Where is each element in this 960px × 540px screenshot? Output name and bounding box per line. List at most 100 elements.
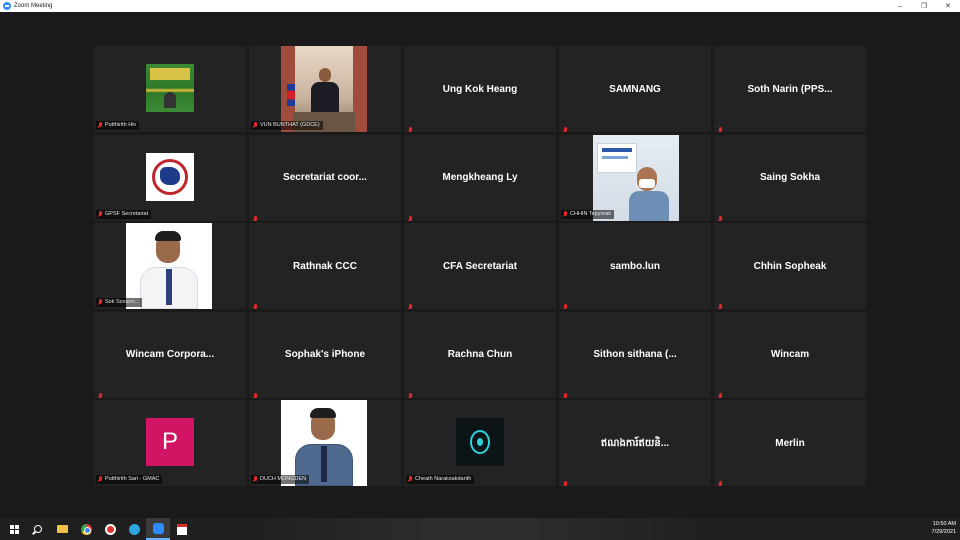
signboard-shape	[597, 142, 637, 173]
participant-display-name: sambo.lun	[609, 260, 660, 272]
taskbar-file-explorer[interactable]	[50, 518, 74, 540]
windows-taskbar: 10:50 AM 7/29/2021	[0, 518, 960, 540]
close-button[interactable]: ✕	[936, 0, 960, 12]
participant-label-text: Sok Sovann...	[105, 299, 140, 305]
muted-mic-icon	[407, 215, 413, 221]
participant-label-text: Cheath Naraksakdarith	[415, 476, 472, 482]
participant-name-label: CHHIN Tepyreak	[561, 209, 615, 219]
muted-mic-icon	[407, 476, 413, 483]
participant-display-name: Rathnak CCC	[293, 260, 357, 272]
participant-tile[interactable]: CFA Secretariat	[404, 223, 556, 309]
participant-name-label: Putthirith Hiv	[96, 121, 140, 130]
participant-tile[interactable]: Saing Sokha	[714, 134, 866, 221]
participant-tile[interactable]: ឥណងការ៍ឥយនិ...	[559, 400, 711, 486]
participant-tile[interactable]: Cheath Naraksakdarith	[404, 400, 556, 486]
participant-display-name: Ung Kok Heang	[442, 83, 518, 95]
muted-mic-icon	[562, 304, 568, 309]
participant-tile[interactable]: Sok Sovann...	[94, 223, 246, 309]
maximize-button[interactable]: ❐	[912, 0, 936, 12]
curtain-right	[353, 46, 367, 132]
muted-mic-icon	[717, 481, 723, 486]
participant-display-name: Sithon sithana (...	[593, 349, 677, 360]
participant-tile[interactable]: Mengkheang Ly	[404, 134, 556, 221]
minimize-button[interactable]: –	[888, 0, 912, 12]
participant-display-name: Saing Sokha	[759, 172, 820, 183]
clock-date: 7/29/2021	[931, 529, 956, 535]
muted-mic-indicator	[562, 298, 570, 309]
participant-name-label: VUN BUNTHAT (GDCE)	[251, 121, 323, 130]
muted-mic-icon	[97, 299, 103, 306]
muted-mic-icon	[252, 122, 258, 129]
participant-tile[interactable]: sambo.lun	[559, 223, 711, 309]
participant-tile[interactable]: DUCH MONGDEN	[249, 400, 401, 486]
muted-mic-indicator	[717, 475, 725, 486]
muted-mic-icon	[717, 392, 723, 398]
participant-tile[interactable]: GPSF Secretariat	[94, 134, 246, 221]
participant-tile[interactable]: Wincam Corpora...	[94, 311, 246, 398]
participant-tile[interactable]: SAMNANG	[559, 46, 711, 132]
hair-shape	[310, 408, 336, 418]
participant-display-name: Wincam	[770, 349, 810, 360]
participant-tile[interactable]: Ung Kok Heang	[404, 46, 556, 132]
participant-display-name: Secretariat coor...	[283, 172, 367, 183]
participant-tile[interactable]: Merlin	[714, 400, 866, 486]
hair-shape	[155, 231, 181, 241]
system-clock[interactable]: 10:50 AM 7/29/2021	[932, 520, 956, 536]
participant-name-label: DUCH MONGDEN	[251, 475, 310, 484]
participant-tile[interactable]: Soth Narin (PPS...	[714, 46, 866, 132]
taskbar-zoom[interactable]	[146, 518, 170, 540]
participant-tile[interactable]: Sophak's iPhone	[249, 311, 401, 398]
water-drop-logo-icon	[470, 430, 490, 454]
muted-mic-icon	[97, 476, 103, 483]
face-mask-shape	[639, 178, 655, 188]
tie-shape	[321, 446, 327, 482]
participant-tile[interactable]: Rathnak CCC	[249, 223, 401, 309]
clock-time: 10:50 AM	[932, 521, 956, 527]
participant-tile[interactable]: Chhin Sopheak	[714, 223, 866, 309]
profile-picture	[456, 418, 504, 466]
taskbar-highlight	[240, 518, 720, 540]
telegram-icon	[128, 523, 140, 535]
muted-mic-icon	[252, 392, 258, 398]
zoom-meeting-window: Zoom Meeting – ❐ ✕ Putthirith Hiv VUN BUN…	[0, 0, 960, 540]
profile-picture	[281, 400, 367, 486]
participant-tile[interactable]: Secretariat coor...	[249, 134, 401, 221]
folder-icon	[56, 525, 68, 533]
taskbar-chrome[interactable]	[74, 518, 98, 540]
participant-tile[interactable]: Sithon sithana (...	[559, 311, 711, 398]
window-title: Zoom Meeting	[14, 3, 53, 9]
muted-mic-indicator	[252, 298, 260, 309]
start-button[interactable]	[2, 518, 26, 540]
participant-display-name: Mengkheang Ly	[442, 172, 518, 183]
participant-name-label: Sok Sovann...	[96, 298, 143, 307]
taskbar-pdf[interactable]	[170, 518, 194, 540]
muted-mic-icon	[562, 210, 568, 218]
taskbar-telegram[interactable]	[122, 518, 146, 540]
taskbar-search-button[interactable]	[26, 518, 50, 540]
participant-tile[interactable]: Putthirith Hiv	[94, 46, 246, 132]
participant-tile[interactable]: P Putthirith Sari - GMAC	[94, 400, 246, 486]
person-shape	[164, 92, 176, 108]
participant-tile[interactable]: Wincam	[714, 311, 866, 398]
participant-tile[interactable]: CHHIN Tepyreak	[559, 134, 711, 221]
participant-display-name: Rachna Chun	[447, 349, 513, 360]
muted-mic-icon	[717, 215, 723, 221]
zoom-logo-icon	[3, 2, 11, 10]
title-bar: Zoom Meeting – ❐ ✕	[0, 0, 960, 12]
participant-tile[interactable]: VUN BUNTHAT (GDCE)	[249, 46, 401, 132]
profile-picture	[146, 152, 194, 201]
muted-mic-indicator	[717, 387, 725, 398]
participant-tile[interactable]: Rachna Chun	[404, 311, 556, 398]
participant-display-name: SAMNANG	[609, 83, 661, 95]
muted-mic-indicator	[407, 387, 415, 398]
muted-mic-icon	[252, 476, 258, 483]
muted-mic-icon	[97, 392, 103, 398]
muted-mic-indicator	[407, 121, 415, 132]
muted-mic-icon	[717, 304, 723, 309]
muted-mic-icon	[562, 481, 568, 486]
letter-avatar: P	[146, 418, 194, 466]
participant-display-name: Sophak's iPhone	[284, 349, 366, 360]
taskbar-red-app[interactable]	[98, 518, 122, 540]
flag-icon	[287, 84, 295, 106]
muted-mic-indicator	[252, 387, 260, 398]
